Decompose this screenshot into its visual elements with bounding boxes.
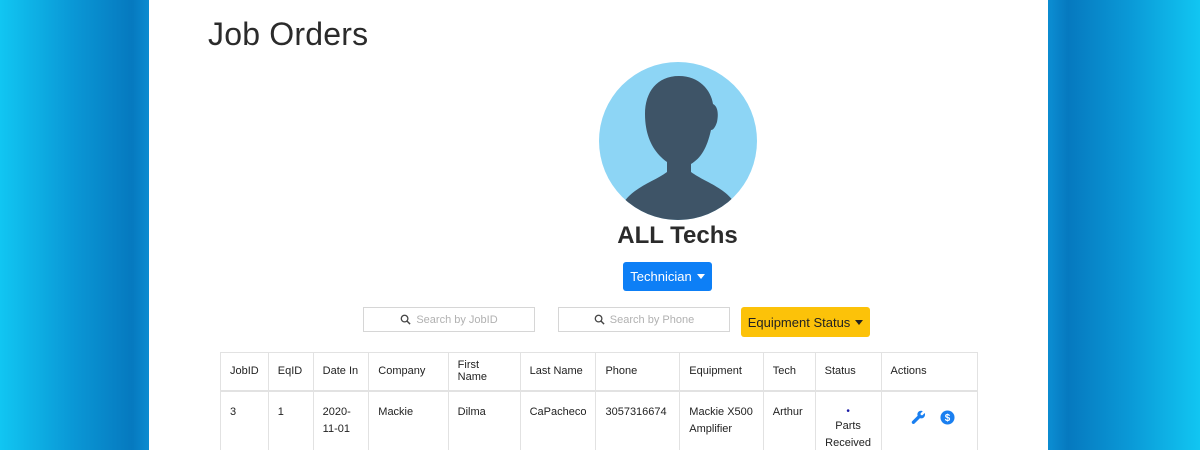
- header-actions: Actions: [880, 352, 979, 392]
- cell-status: • Parts Received: [814, 390, 882, 450]
- cell-jobid: 3: [220, 390, 269, 450]
- cell-date-in: 2020-11-01: [312, 390, 370, 450]
- technician-button-label: Technician: [630, 269, 692, 284]
- caret-down-icon: [696, 274, 705, 279]
- technician-name: ALL Techs: [617, 222, 738, 249]
- status-bullet: •: [846, 405, 850, 417]
- job-orders-table: JobID EqID Date In Company First Name La…: [220, 352, 979, 450]
- cell-company: Mackie: [368, 390, 449, 450]
- header-date-in[interactable]: Date In: [312, 352, 370, 392]
- technician-dropdown-button[interactable]: Technician: [623, 262, 712, 291]
- table-header-row: JobID EqID Date In Company First Name La…: [220, 352, 979, 392]
- cell-actions: $: [880, 390, 979, 450]
- equipment-status-dropdown-button[interactable]: Equipment Status: [741, 307, 870, 337]
- search-jobid-placeholder: Search by JobID: [416, 313, 498, 326]
- header-eqid[interactable]: EqID: [267, 352, 314, 392]
- search-phone-placeholder: Search by Phone: [609, 313, 695, 326]
- wrench-icon[interactable]: [911, 410, 926, 425]
- cell-equipment: Mackie X500 Amplifier: [679, 390, 764, 450]
- cell-eqid: 1: [267, 390, 314, 450]
- cell-tech: Arthur: [762, 390, 816, 450]
- table-row: 3 1 2020-11-01 Mackie Dilma CaPacheco 30…: [220, 390, 979, 450]
- header-phone[interactable]: Phone: [595, 352, 681, 392]
- page-title: Job Orders: [208, 16, 369, 52]
- search-phone-input[interactable]: Search by Phone: [558, 307, 730, 332]
- status-text: Parts Received: [825, 419, 871, 449]
- cell-first-name: Dilma: [447, 390, 521, 450]
- header-tech[interactable]: Tech: [762, 352, 816, 392]
- header-status[interactable]: Status: [814, 352, 882, 392]
- cell-last-name: CaPacheco: [519, 390, 597, 450]
- header-equipment[interactable]: Equipment: [679, 352, 764, 392]
- equipment-status-label: Equipment Status: [747, 314, 851, 330]
- main-panel: Job Orders ALL Techs Technician Search b…: [149, 0, 1048, 450]
- header-jobid[interactable]: JobID: [220, 352, 269, 392]
- header-company[interactable]: Company: [368, 352, 449, 392]
- search-icon: [400, 314, 411, 325]
- caret-down-icon: [855, 319, 864, 325]
- avatar: [599, 62, 757, 220]
- header-first-name[interactable]: First Name: [447, 352, 521, 392]
- dollar-icon[interactable]: $: [940, 409, 955, 425]
- search-jobid-input[interactable]: Search by JobID: [363, 307, 535, 332]
- person-silhouette-icon: [617, 76, 741, 220]
- cell-phone: 3057316674: [595, 390, 681, 450]
- search-icon: [594, 314, 605, 325]
- header-last-name[interactable]: Last Name: [519, 352, 597, 392]
- svg-text:$: $: [944, 413, 950, 424]
